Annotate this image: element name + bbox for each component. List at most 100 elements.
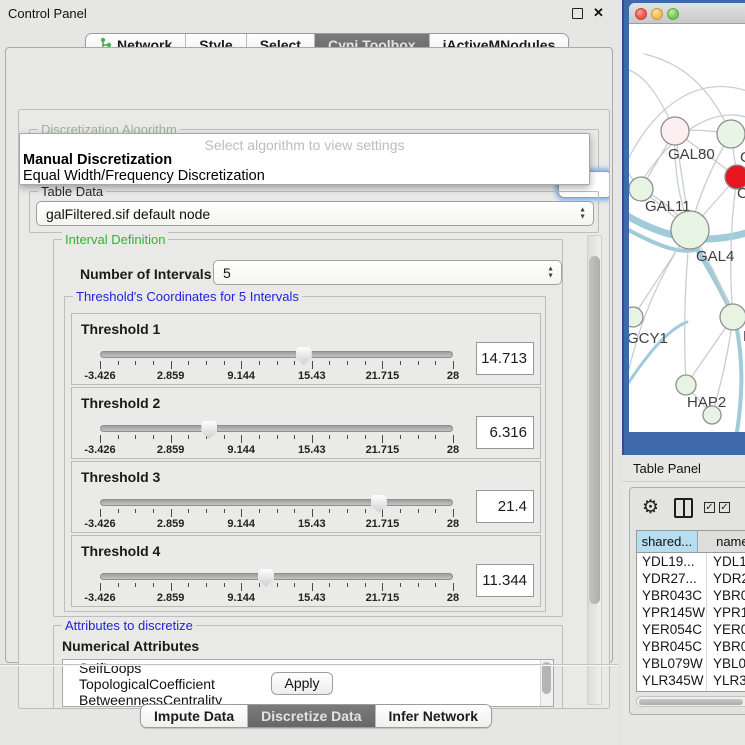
- float-window-icon[interactable]: [572, 8, 583, 19]
- bottom-tab-impute-data[interactable]: Impute Data: [141, 705, 248, 727]
- table-row[interactable]: YLR345WYLR345W: [637, 672, 745, 689]
- network-window: GAL80GACGAL11GAL4GCY1HHAP2: [629, 3, 745, 432]
- bottom-tab-infer-network[interactable]: Infer Network: [376, 705, 491, 727]
- node-gal4[interactable]: [671, 211, 709, 249]
- content-scrollbar[interactable]: [587, 235, 602, 705]
- column-header-name[interactable]: name: [698, 531, 745, 552]
- tick-mark: [382, 435, 383, 443]
- slider-track[interactable]: [100, 499, 453, 506]
- gear-icon[interactable]: ⚙: [642, 496, 659, 519]
- tick-mark: [435, 361, 436, 365]
- table-header-row: shared... name: [637, 531, 745, 553]
- tick-mark: [224, 435, 225, 439]
- node-n2[interactable]: [717, 120, 745, 148]
- table-row[interactable]: YER054CYER054C: [637, 621, 745, 638]
- cell-shared-name: YER054C: [637, 621, 707, 638]
- tick-mark: [277, 509, 278, 513]
- network-view-frame: GAL80GACGAL11GAL4GCY1HHAP2: [622, 0, 745, 455]
- tick-mark: [277, 583, 278, 587]
- checkbox-icon[interactable]: ✓: [719, 502, 730, 513]
- slider-track[interactable]: [100, 351, 453, 358]
- tick-mark: [400, 361, 401, 365]
- node-table[interactable]: shared... name YDL19...YDL19YDR27...YDR2…: [636, 530, 745, 692]
- tick-mark: [435, 509, 436, 513]
- dropdown-item-manual-discretization[interactable]: Manual Discretization: [23, 152, 172, 168]
- tick-mark: [418, 509, 419, 513]
- close-traffic-light-icon[interactable]: [635, 8, 647, 20]
- threshold-value-field[interactable]: 21.4: [476, 490, 534, 523]
- table-row[interactable]: YDR27...YDR27: [637, 570, 745, 587]
- stepper-arrows-icon: ▲▼: [579, 207, 586, 220]
- split-columns-icon[interactable]: [674, 498, 693, 518]
- apply-button[interactable]: Apply: [271, 672, 333, 695]
- tick-label: 28: [447, 518, 459, 530]
- tick-mark: [347, 435, 348, 439]
- threshold-panel: Threshold 2-3.4262.8599.14415.4321.71528…: [71, 387, 541, 459]
- table-data-combobox[interactable]: galFiltered.sif default node ▲▼: [36, 201, 594, 226]
- threshold-value-field[interactable]: 6.316: [476, 416, 534, 449]
- tick-mark: [135, 509, 136, 513]
- cell-name: YDR27: [707, 570, 745, 587]
- number-of-intervals-combobox[interactable]: 5 ▲▼: [213, 260, 562, 285]
- tick-mark: [188, 583, 189, 587]
- edge: [685, 230, 690, 385]
- dropdown-item-equal-width-frequency[interactable]: Equal Width/Frequency Discretization: [23, 168, 265, 184]
- node-b[interactable]: [703, 406, 721, 424]
- scrollbar-thumb[interactable]: [589, 256, 600, 604]
- tick-mark: [153, 435, 154, 439]
- table-row[interactable]: YIL052CYIL052C: [637, 689, 745, 692]
- table-row[interactable]: YPR145WYPR145W: [637, 604, 745, 621]
- table-row[interactable]: YBL079WYBL079W: [637, 655, 745, 672]
- threshold-slider[interactable]: -3.4262.8599.14415.4321.71528: [100, 536, 453, 608]
- threshold-slider[interactable]: -3.4262.8599.14415.4321.71528: [100, 314, 453, 386]
- cell-shared-name: YDL19...: [637, 553, 707, 570]
- slider-track[interactable]: [100, 573, 453, 580]
- highlighted-edge: [736, 324, 741, 432]
- node-hap2[interactable]: [676, 375, 696, 395]
- tick-mark: [400, 435, 401, 439]
- cell-name: YBR045C: [707, 638, 745, 655]
- network-canvas[interactable]: GAL80GACGAL11GAL4GCY1HHAP2: [629, 24, 745, 432]
- tick-mark: [418, 361, 419, 365]
- numerical-attributes-label: Numerical Attributes: [62, 638, 199, 654]
- threshold-slider[interactable]: -3.4262.8599.14415.4321.71528: [100, 388, 453, 460]
- slider-track[interactable]: [100, 425, 453, 432]
- zoom-traffic-light-icon[interactable]: [667, 8, 679, 20]
- node-h[interactable]: [720, 304, 745, 330]
- tick-mark: [329, 509, 330, 513]
- checkbox-icon[interactable]: ✓: [704, 502, 715, 513]
- tick-label: 15.43: [298, 444, 326, 456]
- tick-mark: [312, 361, 313, 369]
- scrollbar-thumb[interactable]: [639, 699, 743, 705]
- table-row[interactable]: YDL19...YDL19: [637, 553, 745, 570]
- tick-mark: [206, 509, 207, 513]
- bottom-tab-discretize-data[interactable]: Discretize Data: [248, 705, 375, 727]
- threshold-value-field[interactable]: 11.344: [476, 564, 534, 597]
- threshold-panel: Threshold 4-3.4262.8599.14415.4321.71528…: [71, 535, 541, 607]
- column-header-shared-name[interactable]: shared...: [637, 531, 698, 552]
- network-window-titlebar: [629, 3, 745, 24]
- tick-mark: [171, 583, 172, 591]
- cell-shared-name: YLR345W: [637, 672, 707, 689]
- threshold-value-field[interactable]: 14.713: [476, 342, 534, 375]
- tick-mark: [241, 509, 242, 517]
- table-toolbar: ⚙ ✓ ✓: [630, 494, 745, 522]
- tick-mark: [118, 509, 119, 513]
- tick-label: 15.43: [298, 592, 326, 604]
- threshold-slider[interactable]: -3.4262.8599.14415.4321.71528: [100, 462, 453, 534]
- tick-label: 15.43: [298, 370, 326, 382]
- table-horizontal-scrollbar[interactable]: [636, 696, 745, 707]
- tick-label: 2.859: [157, 518, 185, 530]
- panel-title: Control Panel: [8, 6, 87, 21]
- tick-label: 21.715: [366, 592, 400, 604]
- table-row[interactable]: YBR043CYBR043C: [637, 587, 745, 604]
- thresholds-coordinates-group: Threshold's Coordinates for 5 Intervals …: [64, 296, 546, 612]
- minimize-traffic-light-icon[interactable]: [651, 8, 663, 20]
- tick-mark: [135, 583, 136, 587]
- close-icon[interactable]: ✕: [593, 5, 604, 21]
- node-gcy1[interactable]: [629, 307, 643, 327]
- discretize-tab-content: Discretization Algorithm Select algorith…: [18, 109, 610, 709]
- tick-mark: [100, 509, 101, 517]
- node-gal80[interactable]: [661, 117, 689, 145]
- table-row[interactable]: YBR045CYBR045C: [637, 638, 745, 655]
